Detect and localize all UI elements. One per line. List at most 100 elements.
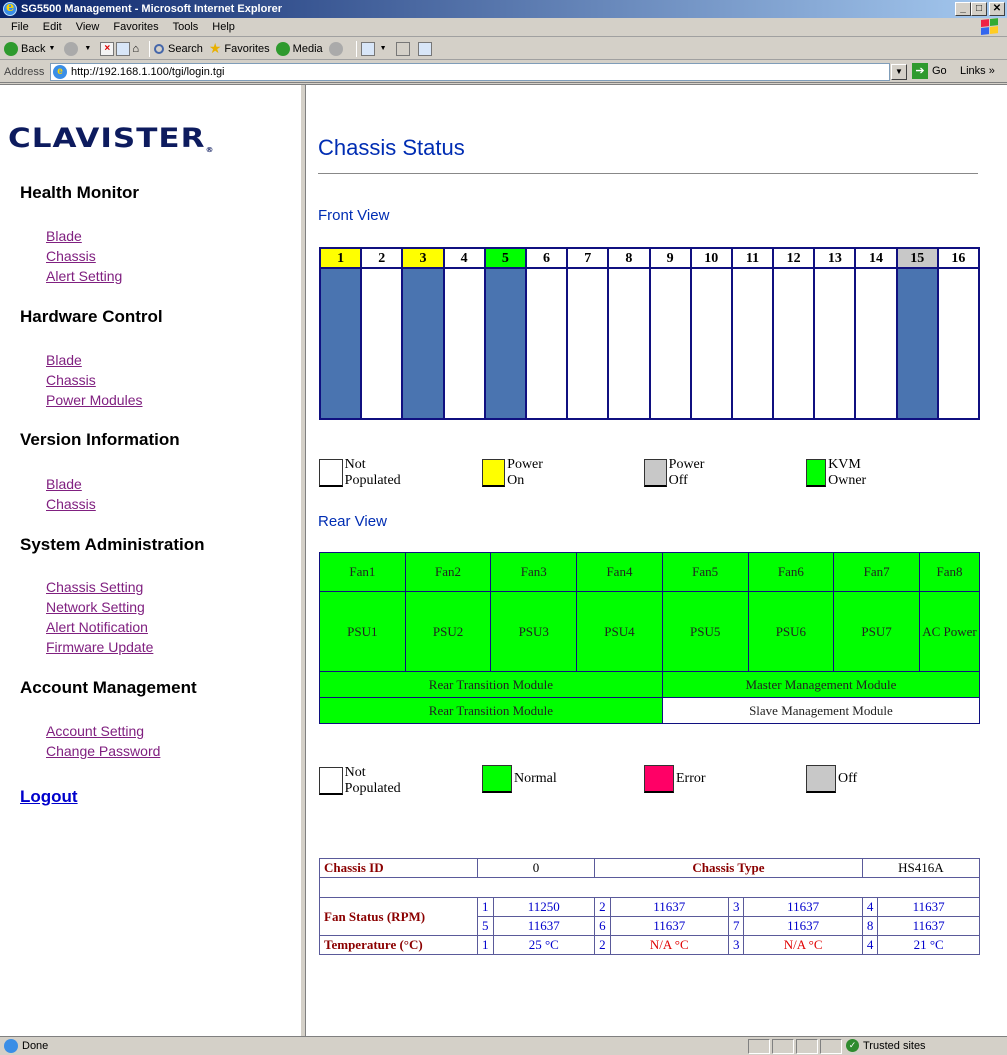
favorites-label: Favorites bbox=[224, 42, 270, 55]
menu-file[interactable]: File bbox=[4, 21, 36, 33]
page-title: Chassis Status bbox=[318, 135, 465, 160]
fan-status-row: Fan Status (RPM) 1 11250 2 11637 3 11637… bbox=[319, 897, 980, 936]
search-icon bbox=[154, 43, 164, 54]
temp-value: N/A °C bbox=[743, 935, 863, 955]
slot-number: 4 bbox=[444, 249, 484, 269]
toolbar: Back ▼ ▼ × ⌂ Search ★ Favorites Media ▼ bbox=[0, 38, 1007, 60]
menu-help[interactable]: Help bbox=[205, 21, 242, 33]
nav-link-change-password[interactable]: Change Password bbox=[46, 741, 160, 761]
edit-button[interactable] bbox=[417, 41, 434, 56]
stop-icon[interactable]: × bbox=[100, 41, 115, 56]
blade-slot[interactable]: 8 bbox=[609, 249, 651, 418]
ie-logo-icon bbox=[3, 0, 17, 16]
minimize-button[interactable]: _ bbox=[955, 2, 971, 16]
nav-links-system-administration: Chassis Setting Network Setting Alert No… bbox=[46, 577, 153, 657]
search-button[interactable]: Search bbox=[154, 43, 203, 55]
forward-button[interactable]: ▼ bbox=[64, 41, 94, 56]
back-button[interactable]: Back ▼ bbox=[4, 41, 58, 56]
blade-slot[interactable]: 2 bbox=[362, 249, 404, 418]
nav-heading: Version Information bbox=[20, 430, 180, 449]
media-label: Media bbox=[292, 42, 323, 55]
media-button[interactable]: Media bbox=[275, 41, 323, 56]
mail-button[interactable]: ▼ bbox=[360, 41, 390, 56]
slot-number: 5 bbox=[485, 249, 525, 269]
print-button[interactable] bbox=[395, 41, 412, 56]
fan-cell: Fan2 bbox=[404, 552, 492, 592]
blade-slot[interactable]: 11 bbox=[732, 249, 775, 418]
status-pane bbox=[820, 1039, 842, 1054]
blade-slot[interactable]: 10 bbox=[691, 249, 733, 418]
nav-link-account-setting[interactable]: Account Setting bbox=[46, 721, 160, 741]
nav-link-alert-setting[interactable]: Alert Setting bbox=[46, 266, 122, 286]
nav-link-network-setting[interactable]: Network Setting bbox=[46, 597, 153, 617]
address-dropdown-button[interactable]: ▼ bbox=[891, 64, 907, 80]
nav-link-blade-health[interactable]: Blade bbox=[46, 226, 122, 246]
maximize-button[interactable]: □ bbox=[971, 2, 987, 16]
nav-heading: System Administration bbox=[20, 535, 205, 554]
favorites-button[interactable]: ★ Favorites bbox=[209, 40, 270, 57]
legend-swatch bbox=[644, 765, 674, 793]
psu-cell: PSU1 bbox=[319, 591, 406, 672]
slot-number: 7 bbox=[568, 249, 608, 269]
address-input[interactable]: e http://192.168.1.100/tgi/login.tgi bbox=[50, 63, 890, 81]
menu-edit[interactable]: Edit bbox=[36, 21, 69, 33]
nav-link-blade-version[interactable]: Blade bbox=[46, 474, 96, 494]
nav-link-chassis-version[interactable]: Chassis bbox=[46, 494, 96, 514]
blade-slot[interactable]: 14 bbox=[856, 249, 898, 418]
media-icon bbox=[275, 41, 290, 56]
blade-slot[interactable]: 4 bbox=[444, 249, 486, 418]
nav-links-health-monitor: Blade Chassis Alert Setting bbox=[46, 226, 122, 286]
blade-slot[interactable]: 9 bbox=[650, 249, 692, 418]
nav-link-chassis-setting[interactable]: Chassis Setting bbox=[46, 577, 153, 597]
nav-link-chassis-hardware[interactable]: Chassis bbox=[46, 370, 143, 390]
blade-slot[interactable]: 12 bbox=[774, 249, 816, 418]
slot-number: 2 bbox=[362, 249, 402, 269]
menu-bar: File Edit View Favorites Tools Help bbox=[0, 18, 1007, 37]
fan-index: 3 bbox=[728, 897, 745, 917]
slot-number: 8 bbox=[609, 249, 649, 269]
menu-tools[interactable]: Tools bbox=[166, 21, 206, 33]
legend-not-populated: Not Populated bbox=[319, 457, 407, 489]
slot-body bbox=[568, 269, 608, 418]
blade-slot[interactable]: 7 bbox=[568, 249, 610, 418]
links-button[interactable]: Links » bbox=[960, 65, 995, 77]
nav-link-alert-notification[interactable]: Alert Notification bbox=[46, 617, 153, 637]
blade-slot[interactable]: 15 bbox=[897, 249, 939, 418]
slot-number: 16 bbox=[938, 249, 978, 269]
home-icon: ⌂ bbox=[132, 42, 139, 55]
history-button[interactable] bbox=[328, 41, 346, 56]
slot-body bbox=[526, 269, 567, 418]
slot-body bbox=[691, 269, 731, 418]
slot-body bbox=[815, 269, 855, 418]
blade-slot[interactable]: 3 bbox=[403, 249, 445, 418]
chevron-down-icon: ▼ bbox=[379, 45, 387, 52]
menu-favorites[interactable]: Favorites bbox=[106, 21, 165, 33]
nav-link-firmware-update[interactable]: Firmware Update bbox=[46, 637, 153, 657]
nav-link-chassis-health[interactable]: Chassis bbox=[46, 246, 122, 266]
fan-rpm: 11637 bbox=[877, 916, 980, 936]
blade-slot[interactable]: 6 bbox=[526, 249, 569, 418]
refresh-icon[interactable] bbox=[116, 41, 131, 56]
logout-link[interactable]: Logout bbox=[20, 787, 78, 807]
psu-cell: PSU2 bbox=[404, 591, 492, 672]
chassis-info-row: Chassis ID 0 Chassis Type HS416A bbox=[319, 858, 981, 878]
go-button[interactable]: ➔ Go bbox=[912, 63, 947, 79]
frame-splitter[interactable] bbox=[300, 85, 306, 1037]
menu-view[interactable]: View bbox=[69, 21, 107, 33]
fan-cell: Fan4 bbox=[576, 552, 663, 592]
windows-flag-icon bbox=[981, 18, 999, 36]
chassis-type-label: Chassis Type bbox=[594, 858, 863, 878]
status-text: Done bbox=[22, 1040, 49, 1052]
blade-slot[interactable]: 5 bbox=[485, 249, 527, 418]
nav-link-power-modules[interactable]: Power Modules bbox=[46, 390, 143, 410]
nav-link-blade-hardware[interactable]: Blade bbox=[46, 350, 143, 370]
blade-slot[interactable]: 1 bbox=[321, 249, 363, 418]
blade-slot[interactable]: 13 bbox=[815, 249, 857, 418]
close-button[interactable]: ✕ bbox=[989, 2, 1005, 16]
fan-cell: Fan1 bbox=[319, 552, 406, 592]
home-button[interactable]: ⌂ bbox=[132, 43, 139, 55]
temp-index: 3 bbox=[728, 935, 745, 955]
chevron-down-icon: ▼ bbox=[48, 45, 56, 52]
blade-slot[interactable]: 16 bbox=[938, 249, 978, 418]
go-arrow-icon: ➔ bbox=[912, 63, 928, 79]
